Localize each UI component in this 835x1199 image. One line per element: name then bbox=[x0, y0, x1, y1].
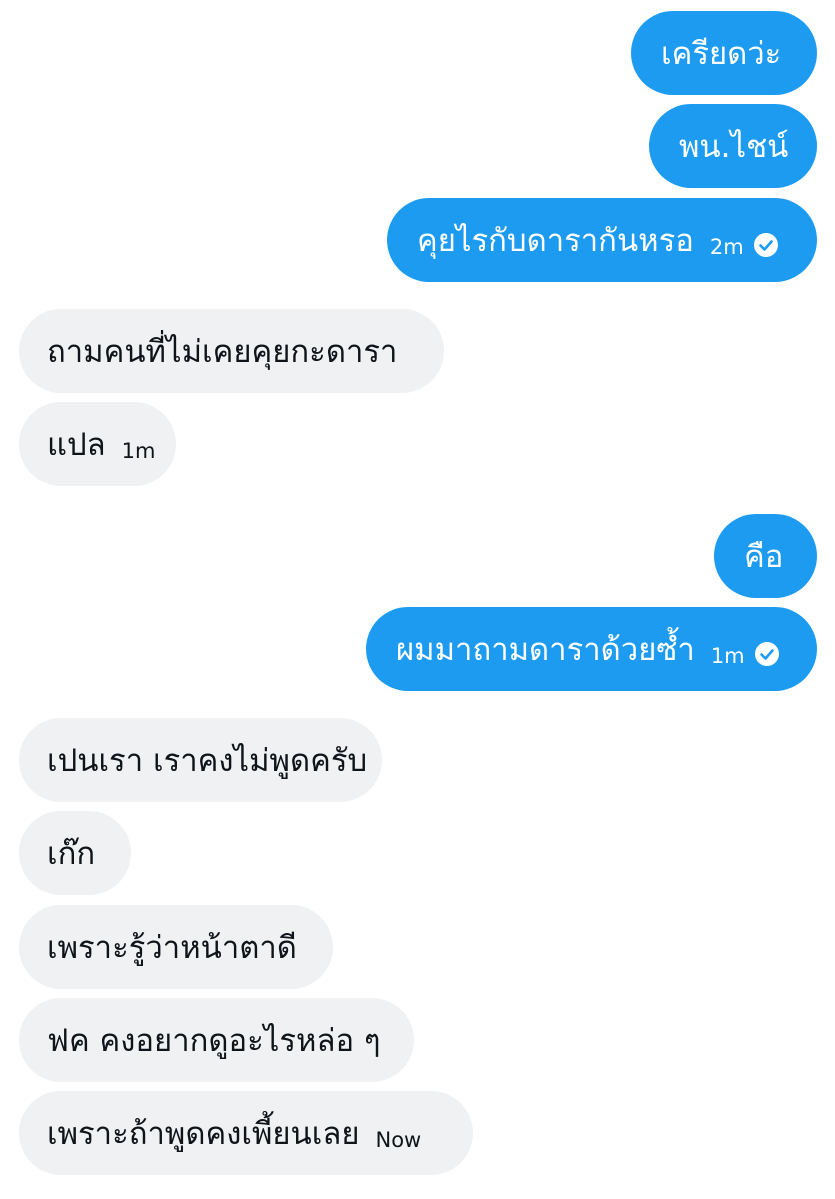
message-text: เปนเรา เราคงไม่พูดครับ bbox=[47, 743, 368, 779]
message-bubble-incoming[interactable]: เพราะถ้าพูดคงเพี้ยนเลย Now bbox=[19, 1091, 473, 1175]
message-text: แปล bbox=[47, 427, 106, 463]
message-text: ผมมาถามดาราด้วยซ้ำ bbox=[396, 632, 695, 668]
message-bubble-incoming[interactable]: แปล 1m bbox=[19, 402, 176, 486]
message-text: ถามคนที่ไม่เคยคุยกะดารา bbox=[47, 334, 398, 370]
message-text: คุยไรกับดารากันหรอ bbox=[417, 223, 694, 259]
message-timestamp: Now bbox=[375, 1128, 422, 1152]
message-text: เก๊ก bbox=[47, 836, 96, 872]
message-text: เครียดว่ะ bbox=[661, 36, 782, 72]
message-text: เพราะถ้าพูดคงเพี้ยนเลย bbox=[47, 1116, 360, 1152]
read-check-icon bbox=[753, 233, 778, 257]
message-timestamp: 1m bbox=[710, 644, 745, 668]
message-text: คือ bbox=[744, 539, 784, 575]
read-check-icon bbox=[754, 642, 779, 666]
message-bubble-outgoing[interactable]: เครียดว่ะ bbox=[631, 11, 817, 95]
message-timestamp: 1m bbox=[121, 439, 156, 463]
message-timestamp: 2m bbox=[709, 235, 744, 259]
message-bubble-incoming[interactable]: เปนเรา เราคงไม่พูดครับ bbox=[19, 718, 382, 802]
message-text: พน.ไชน์ bbox=[679, 129, 789, 165]
message-bubble-outgoing[interactable]: คุยไรกับดารากันหรอ 2m bbox=[387, 198, 817, 282]
message-text: ฟค คงอยากดูอะไรหล่อ ๆ bbox=[47, 1023, 381, 1059]
message-bubble-outgoing[interactable]: คือ bbox=[714, 514, 817, 598]
message-bubble-incoming[interactable]: ฟค คงอยากดูอะไรหล่อ ๆ bbox=[19, 998, 414, 1082]
message-bubble-outgoing[interactable]: ผมมาถามดาราด้วยซ้ำ 1m bbox=[366, 607, 817, 691]
message-bubble-incoming[interactable]: เก๊ก bbox=[19, 811, 131, 895]
message-bubble-outgoing[interactable]: พน.ไชน์ bbox=[649, 104, 817, 188]
message-bubble-incoming[interactable]: เพราะรู้ว่าหน้าตาดี bbox=[19, 905, 333, 989]
message-text: เพราะรู้ว่าหน้าตาดี bbox=[47, 930, 297, 966]
message-bubble-incoming[interactable]: ถามคนที่ไม่เคยคุยกะดารา bbox=[19, 309, 444, 393]
